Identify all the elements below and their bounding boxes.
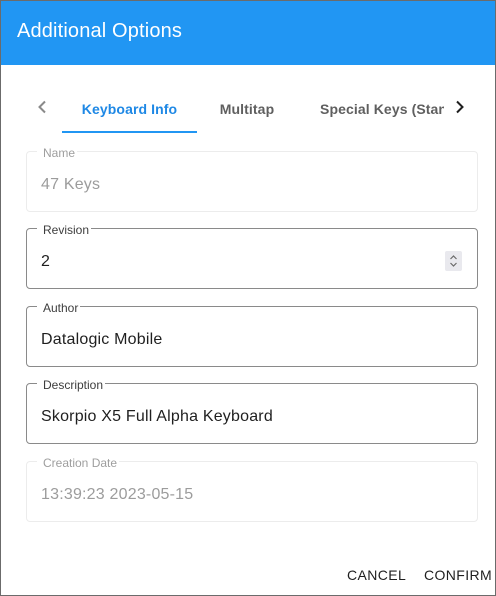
tabs-viewport: Keyboard Info Multitap Special Keys (Sta…: [61, 85, 444, 133]
tab-scroll-left-button[interactable]: [23, 85, 63, 133]
author-field[interactable]: Author Datalogic Mobile: [26, 301, 478, 367]
creation-date-field-label: Creation Date: [41, 456, 120, 470]
dialog-header: Additional Options: [1, 1, 495, 65]
author-field-label: Author: [41, 301, 81, 315]
revision-field-value[interactable]: 2: [41, 253, 50, 271]
author-field-value[interactable]: Datalogic Mobile: [41, 331, 162, 349]
description-field-label: Description: [41, 378, 106, 392]
tab-scroll-right-button[interactable]: [439, 85, 479, 133]
chevron-left-icon: [36, 100, 50, 119]
creation-date-field: Creation Date 13:39:23 2023-05-15: [26, 456, 478, 522]
chevron-right-icon: [452, 100, 466, 119]
dialog-actions: CANCEL CONFIRM: [1, 561, 495, 589]
tab-keyboard-info[interactable]: Keyboard Info: [62, 85, 197, 133]
revision-field-label: Revision: [41, 223, 92, 237]
description-field-value[interactable]: Skorpio X5 Full Alpha Keyboard: [41, 408, 273, 426]
cancel-button[interactable]: CANCEL: [347, 561, 406, 589]
name-field-label: Name: [41, 146, 78, 160]
tab-special-keys[interactable]: Special Keys (Standard): [320, 85, 444, 133]
stepper-arrows-icon[interactable]: [445, 251, 462, 271]
revision-stepper[interactable]: [445, 251, 462, 271]
tab-bar: Keyboard Info Multitap Special Keys (Sta…: [1, 85, 495, 133]
revision-field[interactable]: Revision 2: [26, 223, 478, 289]
creation-date-field-value: 13:39:23 2023-05-15: [41, 486, 194, 503]
confirm-button[interactable]: CONFIRM: [424, 561, 492, 589]
dialog-title: Additional Options: [17, 20, 183, 42]
description-field[interactable]: Description Skorpio X5 Full Alpha Keyboa…: [26, 378, 478, 444]
revision-field-outline: [26, 228, 478, 289]
additional-options-dialog: Additional Options Keyboard Info Multita…: [0, 0, 496, 596]
tab-multitap[interactable]: Multitap: [197, 85, 297, 133]
name-field-value: 47 Keys: [41, 176, 101, 193]
active-tab-indicator: [62, 131, 197, 133]
name-field: Name 47 Keys: [26, 146, 478, 212]
